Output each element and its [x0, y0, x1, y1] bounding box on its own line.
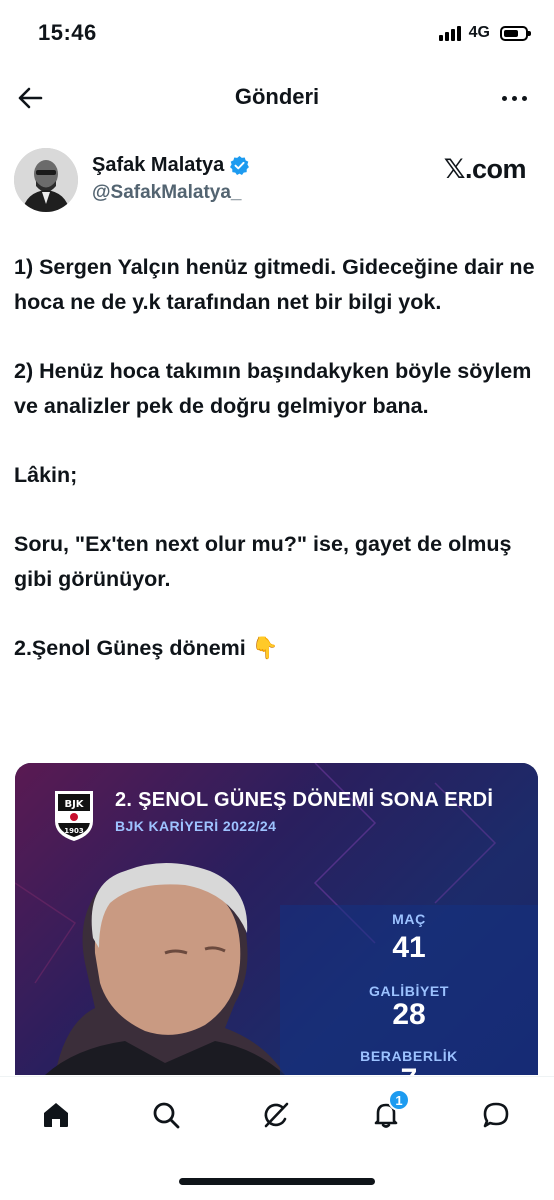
author-handle[interactable]: @SafakMalatya_ — [92, 182, 242, 204]
stat-label: MAÇ — [392, 911, 426, 927]
top-nav: Gönderi — [0, 72, 554, 124]
page-title: Gönderi — [234, 84, 320, 109]
stat-label: GALİBİYET — [368, 983, 450, 999]
avatar-image — [14, 148, 78, 212]
tweet-paragraph: 2.Şenol Güneş dönemi 👇 — [14, 636, 279, 660]
tweet-text: 1) Sergen Yalçın henüz gitmedi. Gideceği… — [14, 250, 540, 700]
tab-notifications[interactable]: 1 — [366, 1089, 410, 1135]
messages-icon — [483, 1102, 509, 1128]
tweet-author: Şafak Malatya @SafakMalatya_ 𝕏.com — [14, 148, 540, 218]
tweet-paragraph: 1) Sergen Yalçın henüz gitmedi. Gideceği… — [14, 255, 535, 314]
home-indicator[interactable] — [179, 1178, 375, 1185]
media-subtitle: BJK KARİYERİ 2022/24 — [115, 818, 277, 834]
stat-value: 41 — [392, 931, 426, 964]
tab-home[interactable] — [36, 1095, 76, 1135]
avatar[interactable] — [14, 148, 78, 212]
media-title: 2. ŞENOL GÜNEŞ DÖNEMİ SONA ERDİ — [115, 789, 494, 811]
more-button[interactable] — [496, 84, 532, 112]
more-dot — [521, 95, 527, 101]
bjk-crest-icon: BJK 1903 — [55, 791, 93, 841]
search-icon — [153, 1102, 180, 1129]
status-indicators: 4G — [438, 24, 531, 42]
author-name[interactable]: Şafak Malatya — [92, 154, 250, 177]
verified-badge-icon — [230, 155, 250, 176]
crest-text: BJK — [64, 799, 84, 810]
status-time: 15:46 — [38, 20, 97, 45]
more-dot — [501, 95, 507, 101]
author-name-text: Şafak Malatya — [92, 154, 225, 176]
grok-icon — [264, 1102, 289, 1128]
stat-label: BERABERLİK — [360, 1048, 458, 1064]
tweet-paragraph: Soru, "Ex'ten next olur mu?" ise, gayet … — [14, 532, 512, 591]
tab-grok[interactable] — [256, 1095, 296, 1135]
notification-badge: 1 — [388, 1089, 410, 1111]
signal-icon — [438, 25, 461, 41]
tweet-media[interactable]: BJK 1903 2. ŞENOL GÜNEŞ DÖNEMİ SONA ERDİ… — [15, 763, 538, 1075]
stats-panel: MAÇ 41 GALİBİYET 28 BERABERLİK 7 — [280, 905, 538, 1075]
stat-value: 7 — [280, 1063, 538, 1075]
home-icon — [44, 1103, 68, 1127]
stat-value: 28 — [392, 998, 426, 1031]
tab-search[interactable] — [146, 1095, 186, 1135]
battery-icon — [500, 25, 531, 41]
status-bar: 15:46 4G — [0, 0, 554, 70]
network-type: 4G — [468, 24, 490, 41]
tab-messages[interactable] — [476, 1095, 516, 1135]
brand-tag: 𝕏.com — [443, 154, 527, 184]
more-dot — [511, 95, 517, 101]
tweet-paragraph: Lâkin; — [14, 463, 78, 487]
crest-year: 1903 — [64, 827, 84, 835]
tweet-paragraph: 2) Henüz hoca takımın başındakyken böyle… — [14, 359, 532, 418]
